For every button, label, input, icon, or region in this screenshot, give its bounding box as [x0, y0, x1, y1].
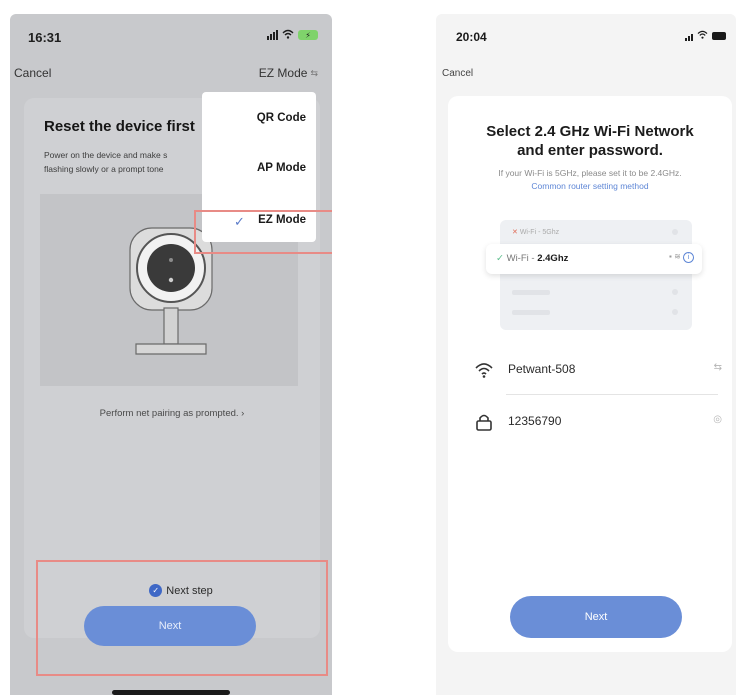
swap-icon: ⇆: [310, 67, 318, 78]
wifi-band-illustration: ✕ Wi-Fi - 5Ghz: [500, 220, 692, 330]
left-phone-screen: 16:31 ⚡ Cancel EZ Mode ⇆ Reset the devic…: [10, 14, 332, 695]
wifi-icon: [282, 29, 294, 41]
reset-desc-line1: Power on the device and make s: [44, 150, 168, 160]
page-title: Select 2.4 GHz Wi-Fi Network and enter p…: [448, 122, 732, 160]
highlight-box-next: [36, 560, 328, 676]
subtitle: If your Wi-Fi is 5GHz, please set it to …: [498, 168, 682, 178]
mode-label: EZ Mode: [258, 66, 308, 80]
menu-item-ap-mode[interactable]: AP Mode: [257, 162, 306, 174]
wifi-name-field[interactable]: Petwant-508 ⇆: [474, 358, 728, 388]
highlight-box-ez-mode: [194, 210, 332, 254]
password-value: 12356790: [508, 414, 562, 428]
check-icon: ✓: [496, 253, 507, 264]
wifi-24g-label: ✓ Wi-Fi - 2.4Ghz: [496, 253, 568, 264]
battery-icon: [712, 31, 726, 40]
screenshot-stage: 16:31 ⚡ Cancel EZ Mode ⇆ Reset the devic…: [0, 0, 744, 695]
home-indicator: [112, 690, 230, 695]
wifi-icon: [697, 30, 708, 41]
field-divider: [506, 394, 718, 395]
status-icons: ⚡: [267, 29, 318, 41]
menu-item-qr-code[interactable]: QR Code: [257, 112, 306, 124]
wifi-5g-band: 5Ghz: [542, 229, 560, 236]
pairing-prompt-link[interactable]: Perform net pairing as prompted. ›: [24, 408, 320, 419]
placeholder-bar: [512, 290, 550, 295]
mode-selector-button[interactable]: EZ Mode ⇆: [259, 66, 318, 80]
wifi-24g-band: 2.4Ghz: [537, 253, 569, 264]
right-phone-screen: 20:04 Cancel Select 2.4 GHz Wi-Fi Networ…: [436, 14, 736, 695]
reset-description: Power on the device and make s flashing …: [44, 148, 167, 176]
router-setting-link[interactable]: Common router setting method: [448, 181, 732, 191]
x-icon: ✕: [512, 229, 520, 236]
signal-icon: [685, 31, 693, 41]
cancel-button[interactable]: Cancel: [442, 68, 473, 79]
wifi-icon: ≋: [674, 252, 681, 261]
swap-network-icon[interactable]: ⇆: [714, 362, 722, 373]
placeholder-dot: [672, 289, 678, 295]
info-icon: i: [683, 252, 694, 263]
placeholder-bar: [512, 310, 550, 315]
lock-icon: ▪: [668, 252, 672, 261]
placeholder-dot: [672, 309, 678, 315]
eye-icon[interactable]: ◎: [713, 414, 722, 425]
password-field[interactable]: 12356790 ◎: [474, 410, 728, 440]
nav-bar: Cancel EZ Mode ⇆: [10, 66, 332, 90]
wifi-row-icons: ▪ ≋ i: [669, 252, 694, 263]
reset-title: Reset the device first: [44, 118, 195, 135]
reset-desc-line2: flashing slowly or a prompt tone: [44, 164, 164, 174]
cancel-button[interactable]: Cancel: [14, 66, 51, 80]
placeholder-dot: [672, 229, 678, 235]
title-line1: Select 2.4 GHz Wi-Fi Network: [486, 123, 694, 140]
wifi-5g-prefix: Wi-Fi -: [519, 229, 543, 236]
next-button[interactable]: Next: [510, 596, 682, 638]
status-time: 16:31: [28, 30, 62, 45]
wifi-5g-row: ✕ Wi-Fi - 5Ghz: [512, 228, 559, 236]
wifi-24g-prefix: Wi-Fi -: [506, 253, 538, 264]
status-bar: 16:31 ⚡: [10, 14, 332, 54]
title-line2: and enter password.: [517, 142, 663, 159]
wifi-setup-card: Select 2.4 GHz Wi-Fi Network and enter p…: [448, 96, 732, 652]
wifi-24g-row: ✓ Wi-Fi - 2.4Ghz ▪ ≋ i: [486, 244, 702, 274]
wifi-icon: [474, 360, 494, 380]
status-time: 20:04: [456, 30, 487, 44]
wifi-name-value: Petwant-508: [508, 362, 576, 376]
lock-icon: [474, 412, 494, 432]
battery-charging-icon: ⚡: [298, 30, 318, 40]
status-icons: [685, 30, 726, 41]
signal-icon: [267, 30, 278, 40]
